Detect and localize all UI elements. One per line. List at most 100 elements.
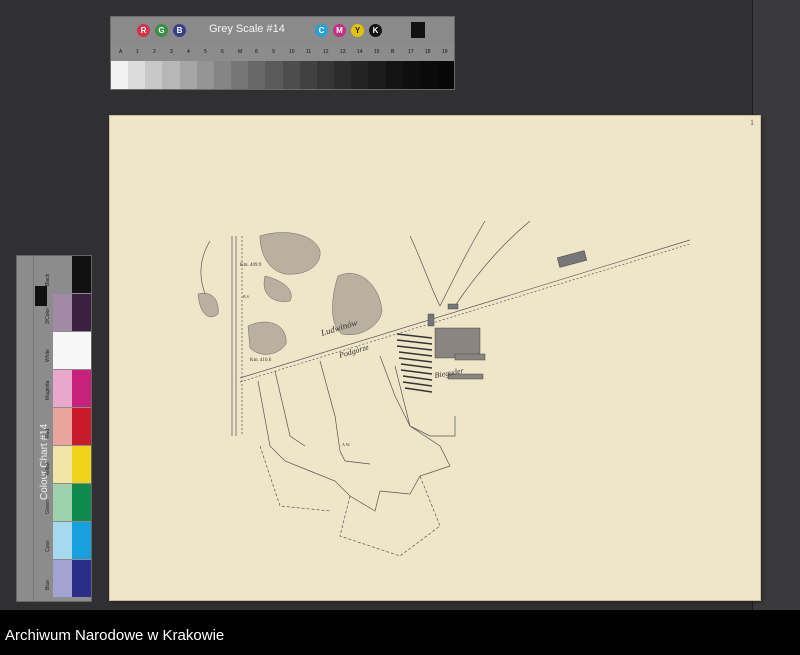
swatch-light bbox=[53, 294, 72, 331]
scale-tick: 8 bbox=[255, 49, 258, 55]
swatch-light bbox=[53, 408, 72, 445]
grey-scale-header: R G B Grey Scale #14 C M Y K bbox=[111, 17, 454, 45]
grey-patch bbox=[265, 61, 283, 89]
swatch-dark bbox=[72, 370, 91, 407]
swatch-light bbox=[53, 256, 72, 293]
swatch-label: 3/Color bbox=[45, 307, 51, 324]
r-dot: R bbox=[137, 24, 150, 37]
k-dot: K bbox=[369, 24, 382, 37]
factory-block bbox=[454, 353, 486, 361]
drying-shed bbox=[396, 333, 433, 339]
swatch-label: White bbox=[45, 349, 51, 362]
swatch-dark bbox=[72, 560, 91, 597]
scale-tick: 11 bbox=[306, 49, 312, 55]
scale-tick: 1 bbox=[136, 49, 139, 55]
grey-scale-logo bbox=[411, 22, 425, 38]
grey-patch bbox=[128, 61, 146, 89]
ruler-strip bbox=[17, 256, 34, 601]
swatch-dark bbox=[72, 332, 91, 369]
drying-shed bbox=[400, 369, 433, 375]
woodland bbox=[259, 232, 321, 275]
scale-tick: 3 bbox=[170, 49, 173, 55]
map-sheet: 1 Km. 409.9 Km. 410.6 Ludwinów Podgórze … bbox=[110, 116, 760, 600]
grey-patch bbox=[351, 61, 369, 89]
drying-shed bbox=[402, 375, 433, 381]
y-dot: Y bbox=[351, 24, 364, 37]
drying-shed bbox=[404, 387, 433, 393]
drying-shed bbox=[398, 357, 433, 363]
scale-tick: 4 bbox=[187, 49, 190, 55]
grey-patch bbox=[111, 61, 129, 89]
scale-tick: A bbox=[119, 49, 123, 55]
drying-shed bbox=[396, 339, 433, 345]
scale-tick: 15 bbox=[374, 49, 380, 55]
swatch-light bbox=[53, 484, 72, 521]
swatch-light bbox=[53, 560, 72, 597]
drying-sheds bbox=[396, 333, 433, 393]
field-boundary bbox=[257, 365, 451, 512]
swatch-dark bbox=[72, 484, 91, 521]
swatch-dark bbox=[72, 446, 91, 483]
swatch-dark bbox=[72, 522, 91, 559]
grey-patch bbox=[402, 61, 420, 89]
map-linework bbox=[200, 220, 691, 557]
field-boundary bbox=[274, 370, 306, 447]
field-mark: A.W. bbox=[342, 442, 350, 447]
grey-patch bbox=[419, 61, 437, 89]
grey-patch bbox=[213, 61, 232, 89]
road-curve bbox=[439, 220, 486, 307]
grey-patch bbox=[145, 61, 163, 89]
swatch-light bbox=[53, 446, 72, 483]
grey-scale-patches bbox=[111, 61, 455, 89]
grey-patch bbox=[368, 61, 386, 89]
colour-chart-logo bbox=[35, 286, 47, 306]
scale-tick: 9 bbox=[272, 49, 275, 55]
scale-tick: 12 bbox=[323, 49, 329, 55]
swatch-label: Cyan bbox=[45, 540, 51, 552]
image-viewer: R G B Grey Scale #14 C M Y K A 12 3 4 5 6 M 8 9 1… bbox=[0, 0, 800, 610]
field-boundary bbox=[339, 475, 441, 557]
grey-patch bbox=[282, 61, 300, 89]
scale-tick: 17 bbox=[408, 49, 414, 55]
swatch-label: Magenta bbox=[45, 380, 51, 400]
woodland bbox=[197, 293, 219, 318]
scale-tick: 14 bbox=[357, 49, 363, 55]
road-curve bbox=[454, 220, 531, 307]
grey-patch bbox=[196, 61, 214, 89]
grey-patch bbox=[162, 61, 180, 89]
grey-patch bbox=[334, 61, 352, 89]
grey-patch bbox=[299, 61, 317, 89]
m-dot: M bbox=[333, 24, 346, 37]
woodland bbox=[247, 321, 287, 355]
b-dot: B bbox=[173, 24, 186, 37]
km-marker-bottom: Km. 410.6 bbox=[250, 358, 272, 363]
grey-patch bbox=[248, 61, 266, 89]
swatch-light bbox=[53, 522, 72, 559]
bs-mark: B.S. bbox=[243, 294, 250, 299]
scale-tick: B bbox=[391, 49, 395, 55]
small-building bbox=[447, 303, 459, 310]
field-boundary bbox=[319, 360, 371, 465]
swatch-light bbox=[53, 370, 72, 407]
scale-tick: 18 bbox=[425, 49, 431, 55]
grey-scale-target: R G B Grey Scale #14 C M Y K A 12 3 4 5 6 M 8 9 1… bbox=[110, 16, 455, 90]
swatch-label: Green bbox=[45, 500, 51, 514]
grey-patch bbox=[179, 61, 197, 89]
woodland-areas bbox=[197, 232, 383, 355]
c-dot: C bbox=[315, 24, 328, 37]
grey-scale-title: Grey Scale #14 bbox=[209, 23, 285, 35]
road-name: Podgórze bbox=[337, 342, 370, 360]
small-building bbox=[427, 313, 435, 327]
swatch-label: Blue bbox=[45, 579, 51, 590]
swatch-label: Red bbox=[45, 428, 51, 438]
scale-tick: 5 bbox=[204, 49, 207, 55]
field-boundary bbox=[379, 355, 456, 437]
g-dot: G bbox=[155, 24, 168, 37]
factory-block bbox=[434, 327, 481, 359]
scale-tick: 6 bbox=[221, 49, 224, 55]
field-boundary bbox=[259, 445, 331, 512]
km-marker-top: Km. 409.9 bbox=[240, 263, 262, 268]
footer-bar: Archiwum Narodowe w Krakowie bbox=[0, 610, 800, 655]
grey-patch bbox=[436, 61, 455, 89]
road-curve bbox=[409, 235, 441, 307]
